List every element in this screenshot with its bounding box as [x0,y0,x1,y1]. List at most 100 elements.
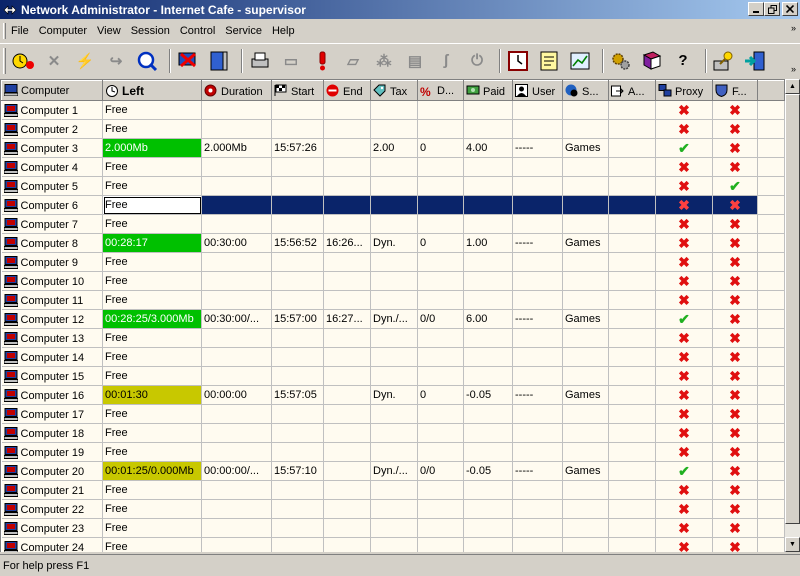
cell-f[interactable]: ✖ [712,461,758,481]
computer-name-cell[interactable]: Computer 3 [1,138,103,158]
title-bar[interactable]: Network Administrator - Internet Cafe - … [0,0,800,19]
menu-overflow-chevron-icon[interactable]: » [791,23,796,33]
cell-proxy[interactable]: ✖ [655,404,713,424]
table-row[interactable]: Computer 22 Free ✖ ✖ [1,499,785,519]
col-header-start[interactable]: Start [271,80,324,101]
cell-proxy[interactable]: ✖ [655,480,713,500]
restore-button[interactable] [764,2,780,16]
table-row[interactable]: Computer 10 Free ✖ ✖ [1,271,785,291]
cell-proxy[interactable]: ✖ [655,157,713,177]
cell-f[interactable]: ✖ [712,404,758,424]
table-row[interactable]: Computer 14 Free ✖ ✖ [1,347,785,367]
cell-proxy[interactable]: ✔ [655,309,713,329]
table-row[interactable]: Computer 19 Free ✖ ✖ [1,442,785,462]
cell-proxy[interactable]: ✖ [655,328,713,348]
keys-icon[interactable] [711,48,737,74]
cell-f[interactable]: ✖ [712,100,758,120]
stop-session-icon[interactable]: ✕ [41,48,67,74]
computer-name-cell[interactable]: Computer 14 [1,347,103,367]
cell-f[interactable]: ✖ [712,309,758,329]
cell-proxy[interactable]: ✖ [655,252,713,272]
close-button[interactable] [782,2,798,16]
table-row[interactable]: Computer 2 Free ✖ ✖ [1,119,785,139]
col-header-service[interactable]: S... [562,80,609,101]
cell-f[interactable]: ✖ [712,518,758,538]
cell-f[interactable]: ✖ [712,252,758,272]
table-row[interactable]: Computer 20 00:01:25/0.000Mb 00:00:00/... 1… [1,461,785,481]
cell-proxy[interactable]: ✖ [655,385,713,405]
cell-proxy[interactable]: ✖ [655,366,713,386]
table-row[interactable]: Computer 11 Free ✖ ✖ [1,290,785,310]
cell-proxy[interactable]: ✖ [655,423,713,443]
cell-proxy[interactable]: ✖ [655,518,713,538]
toolbar-grip[interactable] [3,47,6,74]
vertical-scrollbar[interactable]: ▲ ▼ [785,79,800,552]
col-header-duration[interactable]: Duration [201,80,272,101]
table-row[interactable]: Computer 15 Free ✖ ✖ [1,366,785,386]
help-question-icon[interactable]: ? [670,48,696,74]
cell-proxy[interactable]: ✖ [655,214,713,234]
computer-name-cell[interactable]: Computer 1 [1,100,103,120]
cell-proxy[interactable]: ✖ [655,290,713,310]
computer-name-cell[interactable]: Computer 10 [1,271,103,291]
computer-name-cell[interactable]: Computer 19 [1,442,103,462]
table-row[interactable]: Computer 7 Free ✖ ✖ [1,214,785,234]
query-session-icon[interactable] [134,48,160,74]
table-row[interactable]: Computer 16 00:01:30 00:00:00 15:57:05 Dyn. 0… [1,385,785,405]
col-header-user[interactable]: User [512,80,563,101]
col-header-left[interactable]: Left [102,80,202,101]
window-icon[interactable]: ▭ [278,48,304,74]
settings-gears-icon[interactable] [608,48,634,74]
menu-help[interactable]: Help [267,22,300,40]
redo-icon[interactable]: ↪ [103,48,129,74]
menu-service[interactable]: Service [220,22,267,40]
computer-name-cell[interactable]: Computer 24 [1,537,103,552]
clock-icon[interactable] [505,48,531,74]
col-header-proxy[interactable]: Proxy [655,80,713,101]
computer-name-cell[interactable]: Computer 21 [1,480,103,500]
computer-name-cell[interactable]: Computer 22 [1,499,103,519]
cell-f[interactable]: ✖ [712,537,758,552]
cell-proxy[interactable]: ✖ [655,442,713,462]
cell-f[interactable]: ✖ [712,347,758,367]
computer-name-cell[interactable]: Computer 23 [1,518,103,538]
cell-proxy[interactable]: ✖ [655,499,713,519]
block-computer-icon[interactable] [175,48,201,74]
table-row[interactable]: Computer 6 Free ✖ ✖ [1,195,785,215]
cell-proxy[interactable]: ✖ [655,176,713,196]
col-header-discount[interactable]: % D... [417,80,464,101]
cell-f[interactable]: ✖ [712,119,758,139]
cell-f[interactable]: ✖ [712,214,758,234]
alert-icon[interactable] [309,48,335,74]
cell-f[interactable]: ✖ [712,290,758,310]
computer-name-cell[interactable]: Computer 12 [1,309,103,329]
table-row[interactable]: Computer 18 Free ✖ ✖ [1,423,785,443]
table-row[interactable]: Computer 12 00:28:25/3.000Mb 00:30:00/... 1… [1,309,785,329]
table-row[interactable]: Computer 17 Free ✖ ✖ [1,404,785,424]
power-icon[interactable]: ⏻ [464,48,490,74]
card-icon[interactable]: ▱ [340,48,366,74]
table-row[interactable]: Computer 8 00:28:17 00:30:00 15:56:52 16:26.… [1,233,785,253]
cell-proxy[interactable]: ✔ [655,138,713,158]
computer-name-cell[interactable]: Computer 15 [1,366,103,386]
cell-proxy[interactable]: ✖ [655,347,713,367]
pause-session-icon[interactable]: ⚡ [72,48,98,74]
computer-name-cell[interactable]: Computer 4 [1,157,103,177]
computer-name-cell[interactable]: Computer 6 [1,195,103,215]
cell-f[interactable]: ✔ [712,176,758,196]
computer-name-cell[interactable]: Computer 13 [1,328,103,348]
menu-file[interactable]: File [6,22,34,40]
table-row[interactable]: Computer 5 Free ✖ ✔ [1,176,785,196]
group-icon[interactable]: ⁂ [371,48,397,74]
cell-f[interactable]: ✖ [712,157,758,177]
start-session-icon[interactable] [10,48,36,74]
table-row[interactable]: Computer 23 Free ✖ ✖ [1,518,785,538]
computer-name-cell[interactable]: Computer 8 [1,233,103,253]
computer-name-cell[interactable]: Computer 9 [1,252,103,272]
col-header-filter[interactable]: F... [712,80,758,101]
table-row[interactable]: Computer 1 Free ✖ ✖ [1,100,785,120]
menu-computer[interactable]: Computer [34,22,92,40]
toolbar-overflow-chevron-icon[interactable]: » [791,64,796,74]
computer-name-cell[interactable]: Computer 2 [1,119,103,139]
table-row[interactable]: Computer 24 Free ✖ ✖ [1,537,785,552]
